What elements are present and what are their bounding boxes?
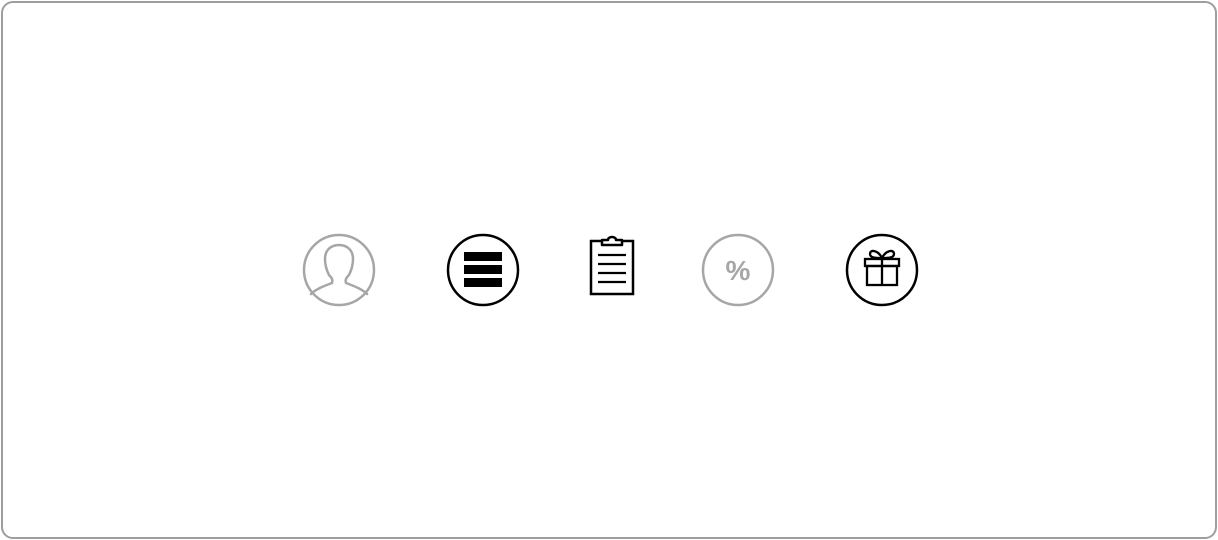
clipboard-icon xyxy=(589,235,635,296)
percent-label: % xyxy=(726,255,751,286)
clipboard-button[interactable] xyxy=(586,233,638,297)
percent-icon: % xyxy=(701,233,775,307)
discount-button[interactable]: % xyxy=(701,233,775,307)
menu-list-icon xyxy=(446,233,520,307)
gift-icon xyxy=(845,233,919,307)
profile-button[interactable] xyxy=(302,233,376,307)
user-silhouette-icon xyxy=(302,233,376,307)
gift-button[interactable] xyxy=(845,233,919,307)
menu-button[interactable] xyxy=(446,233,520,307)
